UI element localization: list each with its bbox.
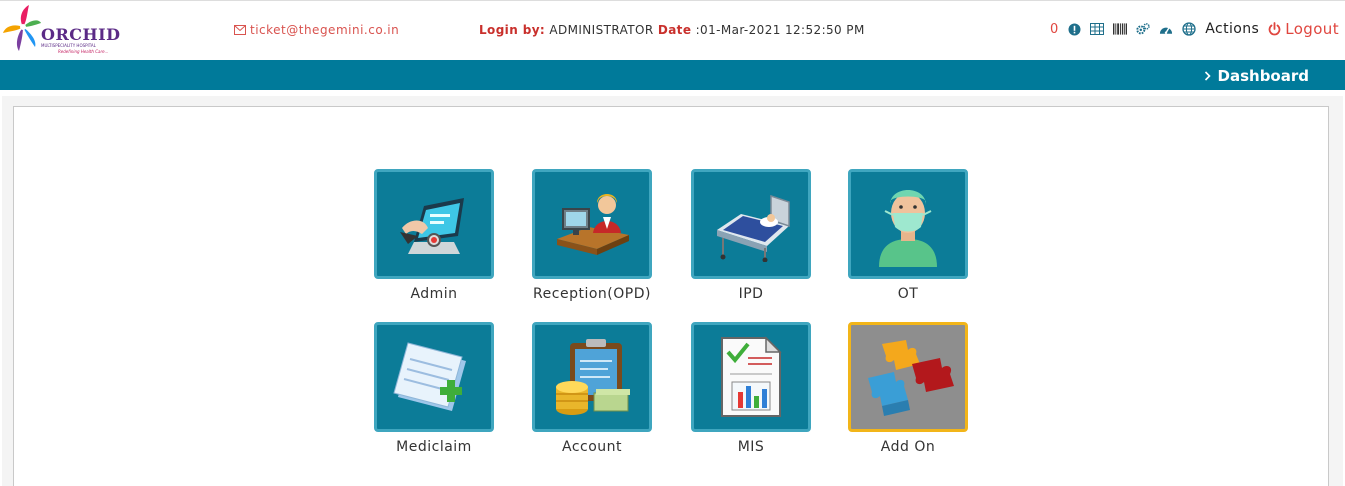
module-admin[interactable]: Admin (374, 169, 494, 302)
notification-count[interactable]: 0 (1050, 22, 1058, 37)
logout-label: Logout (1285, 20, 1339, 38)
chevron-right-icon (1204, 71, 1211, 81)
top-header: ORCHID MULTISPECIALITY HOSPITAL Redefini… (0, 0, 1345, 60)
claim-form-icon (393, 342, 466, 411)
module-ot[interactable]: OT (848, 169, 968, 302)
module-ipd-box[interactable] (691, 169, 811, 279)
brand-name: ORCHID (41, 25, 121, 44)
date-value: :01-Mar-2021 12:52:50 PM (695, 23, 865, 37)
admin-icon (400, 198, 464, 254)
module-account-label: Account (561, 439, 623, 455)
module-reception-box[interactable] (532, 169, 652, 279)
surgeon-icon (879, 190, 937, 267)
report-chart-icon (721, 336, 782, 417)
power-icon (1268, 22, 1281, 36)
settings-gears-icon[interactable] (1136, 22, 1151, 36)
module-mediclaim[interactable]: Mediclaim (374, 322, 494, 455)
dashboard-gauge-icon[interactable] (1159, 22, 1173, 36)
module-mis[interactable]: MIS (691, 322, 811, 455)
globe-icon[interactable] (1182, 22, 1196, 36)
module-admin-label: Admin (410, 286, 458, 302)
module-ot-box[interactable] (848, 169, 968, 279)
module-add-on-label: Add On (880, 439, 936, 455)
alert-icon[interactable] (1067, 22, 1081, 36)
module-ipd[interactable]: IPD (691, 169, 811, 302)
puzzle-icon (868, 340, 954, 416)
account-coins-icon (556, 339, 630, 415)
hospital-bed-icon (717, 194, 790, 262)
reception-icon (557, 194, 629, 255)
login-label: Login by: (479, 23, 546, 37)
envelope-icon (234, 25, 246, 35)
breadcrumb[interactable]: Dashboard (1204, 67, 1309, 85)
module-ipd-label: IPD (738, 286, 764, 302)
date-label: Date (657, 23, 692, 37)
nav-bar: Dashboard (0, 60, 1345, 90)
breadcrumb-dashboard: Dashboard (1217, 67, 1309, 85)
module-add-on-box[interactable] (848, 322, 968, 432)
module-reception-label: Reception(OPD) (533, 286, 651, 302)
module-reception-opd[interactable]: Reception(OPD) (532, 169, 652, 302)
actions-menu[interactable]: Actions (1205, 21, 1259, 37)
dashboard-panel (13, 106, 1329, 486)
logout-button[interactable]: Logout (1268, 20, 1339, 38)
module-account[interactable]: Account (532, 322, 652, 455)
brand-tagline: Redefining Health Care... (58, 49, 109, 54)
module-admin-box[interactable] (374, 169, 494, 279)
module-account-box[interactable] (532, 322, 652, 432)
login-info: Login by: ADMINISTRATOR Date :01-Mar-202… (479, 23, 865, 37)
module-mediclaim-label: Mediclaim (396, 439, 472, 455)
hospital-logo[interactable]: ORCHID MULTISPECIALITY HOSPITAL Redefini… (3, 5, 120, 57)
brand-subtitle: MULTISPECIALITY HOSPITAL (41, 43, 96, 48)
module-add-on[interactable]: Add On (848, 322, 968, 455)
module-ot-label: OT (897, 286, 919, 302)
module-mis-box[interactable] (691, 322, 811, 432)
orchid-flower-icon (3, 5, 41, 51)
barcode-icon[interactable] (1113, 22, 1128, 36)
support-email-text: ticket@thegemini.co.in (250, 23, 400, 37)
module-mis-label: MIS (737, 439, 765, 455)
table-icon[interactable] (1090, 22, 1105, 36)
header-tools: 0 Actions Logout (1050, 20, 1339, 38)
support-email-link[interactable]: ticket@thegemini.co.in (234, 23, 399, 37)
login-user: ADMINISTRATOR (549, 23, 654, 37)
module-mediclaim-box[interactable] (374, 322, 494, 432)
